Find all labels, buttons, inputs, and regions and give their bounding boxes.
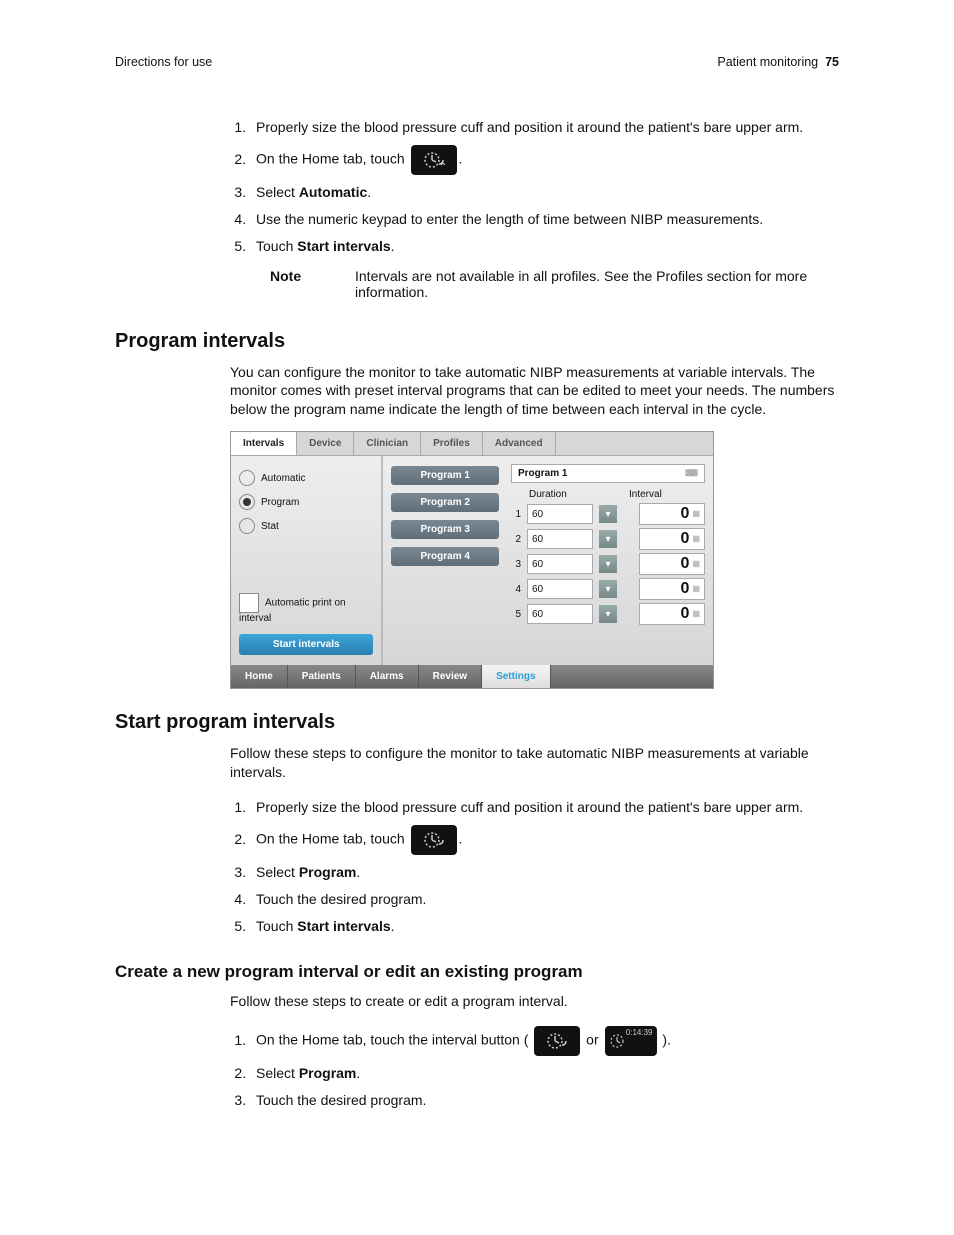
chevron-down-icon[interactable]: ▾	[599, 580, 617, 598]
interval-field[interactable]: 0▦	[639, 503, 705, 525]
tab-alarms[interactable]: Alarms	[356, 665, 419, 688]
keypad-icon: ▦	[692, 537, 700, 542]
interval-row: 260▾0▦	[511, 528, 705, 550]
steps-list-3: On the Home tab, touch the interval butt…	[230, 1022, 839, 1114]
mode-stat[interactable]: Stat	[239, 514, 373, 538]
bottom-tabs: Home Patients Alarms Review Settings	[231, 665, 713, 688]
chevron-down-icon[interactable]: ▾	[599, 555, 617, 573]
mode-pane: Automatic Program Stat Automatic print o…	[231, 456, 383, 665]
list-item: Properly size the blood pressure cuff an…	[250, 114, 839, 141]
chevron-down-icon[interactable]: ▾	[599, 530, 617, 548]
list-item: Touch Start intervals.	[250, 913, 839, 940]
list-item: On the Home tab, touch the interval butt…	[250, 1022, 839, 1060]
paragraph: Follow these steps to configure the moni…	[230, 744, 839, 782]
interval-row: 360▾0▦	[511, 553, 705, 575]
tab-patients[interactable]: Patients	[288, 665, 356, 688]
duration-field[interactable]: 60	[527, 604, 593, 624]
mode-program[interactable]: Program	[239, 490, 373, 514]
device-screenshot: Intervals Device Clinician Profiles Adva…	[230, 431, 714, 689]
list-item: Touch Start intervals.	[250, 233, 839, 260]
duration-field[interactable]: 60	[527, 504, 593, 524]
program-name-field[interactable]: Program 1 ⌨	[511, 464, 705, 483]
list-item: On the Home tab, touch .	[250, 141, 839, 179]
chevron-down-icon[interactable]: ▾	[599, 605, 617, 623]
paragraph: Follow these steps to create or edit a p…	[230, 992, 839, 1011]
chevron-down-icon[interactable]: ▾	[599, 505, 617, 523]
tab-advanced[interactable]: Advanced	[483, 432, 556, 455]
keypad-icon: ▦	[692, 612, 700, 617]
program-list: Program 1 Program 2 Program 3 Program 4	[383, 456, 507, 665]
interval-row: 560▾0▦	[511, 603, 705, 625]
interval-field[interactable]: 0▦	[639, 603, 705, 625]
page-header: Directions for use Patient monitoring 75	[115, 55, 839, 69]
interval-icon	[411, 825, 457, 855]
list-item: Use the numeric keypad to enter the leng…	[250, 206, 839, 233]
interval-field[interactable]: 0▦	[639, 578, 705, 600]
paragraph: You can configure the monitor to take au…	[230, 363, 839, 420]
program-detail: Program 1 ⌨ Duration Interval 160▾0▦260▾…	[507, 456, 713, 665]
program-2-button[interactable]: Program 2	[391, 493, 499, 512]
mode-automatic[interactable]: Automatic	[239, 466, 373, 490]
interval-row: 460▾0▦	[511, 578, 705, 600]
header-left: Directions for use	[115, 55, 212, 69]
tab-clinician[interactable]: Clinician	[354, 432, 421, 455]
heading-create-edit-program: Create a new program interval or edit an…	[115, 962, 839, 982]
start-intervals-button[interactable]: Start intervals	[239, 634, 373, 655]
header-right: Patient monitoring 75	[717, 55, 839, 69]
tab-settings[interactable]: Settings	[482, 665, 550, 688]
list-item: Select Automatic.	[250, 179, 839, 206]
duration-field[interactable]: 60	[527, 529, 593, 549]
tab-profiles[interactable]: Profiles	[421, 432, 483, 455]
list-item: On the Home tab, touch .	[250, 821, 839, 859]
keypad-icon: ▦	[692, 512, 700, 517]
keypad-icon: ▦	[692, 562, 700, 567]
tab-home[interactable]: Home	[231, 665, 288, 688]
program-3-button[interactable]: Program 3	[391, 520, 499, 539]
list-item: Select Program.	[250, 1060, 839, 1087]
auto-print-checkbox[interactable]: Automatic print on interval	[239, 593, 373, 624]
interval-icon	[411, 145, 457, 175]
interval-icon	[534, 1026, 580, 1056]
note: Note Intervals are not available in all …	[270, 268, 839, 300]
keypad-icon: ▦	[692, 587, 700, 592]
heading-program-intervals: Program intervals	[115, 330, 839, 353]
list-item: Select Program.	[250, 859, 839, 886]
duration-field[interactable]: 60	[527, 579, 593, 599]
tab-review[interactable]: Review	[419, 665, 482, 688]
list-item: Touch the desired program.	[250, 1087, 839, 1114]
interval-field[interactable]: 0▦	[639, 553, 705, 575]
keyboard-icon: ⌨	[685, 468, 698, 479]
top-tabs: Intervals Device Clinician Profiles Adva…	[231, 432, 713, 456]
steps-list-2: Properly size the blood pressure cuff an…	[230, 794, 839, 940]
heading-start-program-intervals: Start program intervals	[115, 711, 839, 734]
tab-device[interactable]: Device	[297, 432, 354, 455]
interval-timer-icon: 0:14:39	[605, 1026, 657, 1056]
duration-field[interactable]: 60	[527, 554, 593, 574]
program-4-button[interactable]: Program 4	[391, 547, 499, 566]
steps-list-1: Properly size the blood pressure cuff an…	[230, 114, 839, 260]
list-item: Touch the desired program.	[250, 886, 839, 913]
interval-row: 160▾0▦	[511, 503, 705, 525]
tab-intervals[interactable]: Intervals	[231, 432, 297, 455]
list-item: Properly size the blood pressure cuff an…	[250, 794, 839, 821]
program-1-button[interactable]: Program 1	[391, 466, 499, 485]
interval-field[interactable]: 0▦	[639, 528, 705, 550]
